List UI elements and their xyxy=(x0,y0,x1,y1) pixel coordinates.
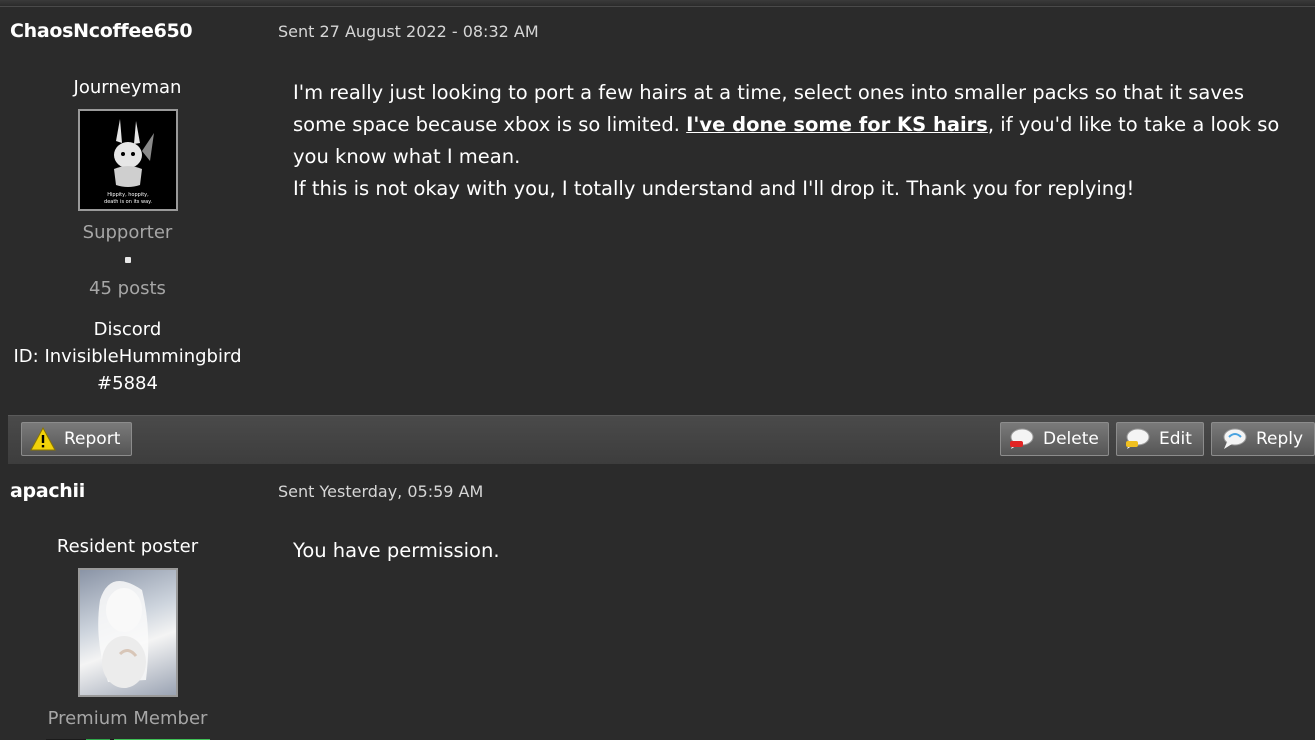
report-button[interactable]: Report xyxy=(21,422,132,456)
user-info-panel: Resident poster Premium Member xyxy=(0,535,255,740)
post-count: 45 posts xyxy=(89,278,166,299)
user-rank: Journeyman xyxy=(73,77,182,98)
post-1: ChaosNcoffee650 Sent 27 August 2022 - 08… xyxy=(0,0,1315,415)
bunny-avatar-icon: Hippity, hoppity, death is on its way. xyxy=(79,111,176,209)
messenger-page: ChaosNcoffee650 Sent 27 August 2022 - 08… xyxy=(0,0,1315,740)
post-link[interactable]: I've done some for KS hairs xyxy=(686,113,988,136)
delete-label: Delete xyxy=(1043,429,1099,449)
warning-triangle-icon xyxy=(30,427,56,451)
custom-profile-field: Discord ID: InvisibleHummingbird #5884 xyxy=(0,316,255,397)
post-paragraph: If this is not okay with you, I totally … xyxy=(293,177,1135,200)
sent-timestamp: Sent Yesterday, 05:59 AM xyxy=(278,482,484,501)
svg-text:Hippity, hoppity,: Hippity, hoppity, xyxy=(107,192,149,198)
portrait-avatar-icon xyxy=(97,581,148,688)
post-action-bar: Report Delete Edit Reply xyxy=(8,415,1315,464)
avatar[interactable] xyxy=(77,568,178,697)
group-pip-icon xyxy=(124,257,131,263)
report-label: Report xyxy=(64,429,121,449)
post-paragraph: You have permission. xyxy=(293,539,500,562)
user-info-panel: Journeyman Hippity, hoppity, death is on… xyxy=(0,76,255,397)
edit-button[interactable]: Edit xyxy=(1116,422,1204,456)
edit-label: Edit xyxy=(1159,429,1192,449)
delete-button[interactable]: Delete xyxy=(1000,422,1109,456)
sent-timestamp: Sent 27 August 2022 - 08:32 AM xyxy=(278,22,539,41)
author-name[interactable]: apachii xyxy=(10,480,85,502)
svg-text:death is on its way.: death is on its way. xyxy=(104,199,152,205)
speech-bubble-red-icon xyxy=(1010,428,1034,449)
custom-field-line: Discord xyxy=(93,319,162,340)
post-paragraph: I'm really just looking to port a few ha… xyxy=(293,77,1293,173)
avatar[interactable]: Hippity, hoppity, death is on its way. xyxy=(77,109,178,211)
user-rank: Resident poster xyxy=(56,536,199,557)
reply-button[interactable]: Reply xyxy=(1211,422,1315,456)
speech-bubble-yellow-icon xyxy=(1126,428,1150,449)
speech-bubble-blue-icon xyxy=(1223,428,1247,449)
post-body: You have permission. xyxy=(293,535,1293,567)
post-body: I'm really just looking to port a few ha… xyxy=(293,77,1293,205)
custom-field-line: #5884 xyxy=(97,373,158,394)
reply-label: Reply xyxy=(1256,429,1304,449)
member-group: Supporter xyxy=(82,222,173,243)
post-2: apachii Sent Yesterday, 05:59 AM Residen… xyxy=(0,465,1315,740)
member-group: Premium Member xyxy=(47,708,208,729)
author-name[interactable]: ChaosNcoffee650 xyxy=(10,20,193,42)
custom-field-line: ID: InvisibleHummingbird xyxy=(13,346,242,367)
